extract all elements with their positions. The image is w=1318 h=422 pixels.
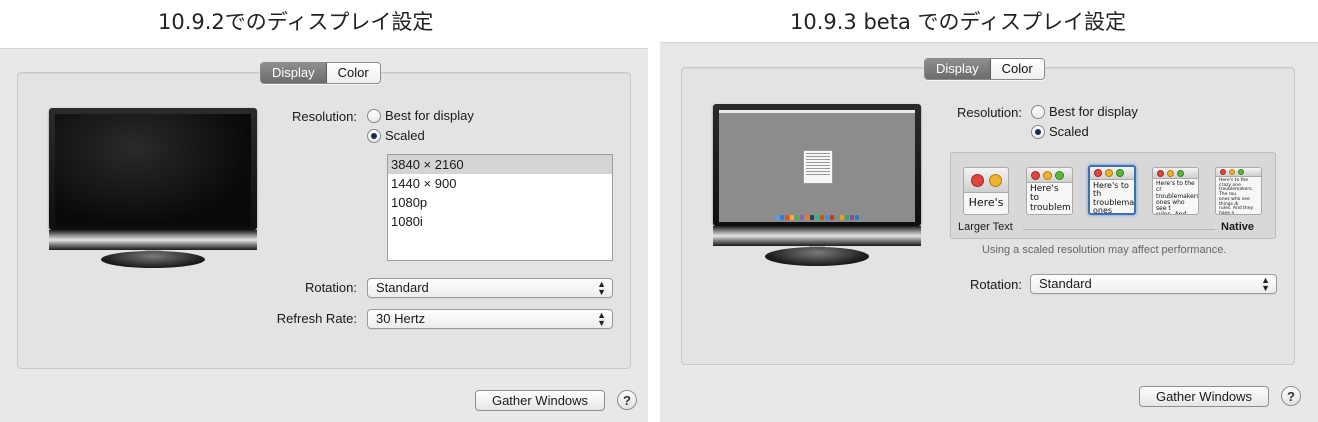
rotation-label: Rotation:: [304, 280, 357, 295]
right-tab-bar: Display Color: [924, 58, 1045, 80]
slider-track: [1023, 229, 1215, 230]
scaled-option-larger-text[interactable]: Here's: [963, 167, 1009, 215]
tab-color[interactable]: Color: [326, 63, 380, 83]
rotation-value: Standard: [1039, 276, 1092, 291]
option-preview-text: Here's to the cr troublemakers. ones who…: [1156, 180, 1199, 215]
rotation-value: Standard: [376, 280, 429, 295]
option-preview-text: Here's to th troublemak ones who s: [1093, 181, 1136, 215]
tab-color[interactable]: Color: [990, 59, 1044, 79]
updown-arrows-icon: ▲ ▼: [1261, 275, 1270, 293]
gather-windows-button[interactable]: Gather Windows: [1139, 386, 1269, 407]
monitor-image: [713, 104, 921, 266]
scaled-resolution-picker: Here's Here's to troublem Here's to th t…: [950, 152, 1276, 239]
resolution-list[interactable]: 3840 × 2160 1440 × 900 1080p 1080i: [387, 154, 613, 261]
left-heading: 10.9.2でのディスプレイ設定: [158, 10, 434, 34]
radio-button[interactable]: [1031, 104, 1045, 119]
radio-button-checked[interactable]: [1031, 124, 1045, 139]
help-button[interactable]: ?: [617, 390, 637, 410]
scaled-option[interactable]: Here's to troublem: [1026, 167, 1073, 215]
scaled-label: Scaled: [1049, 124, 1089, 139]
right-prefs-panel: Display Color Resolution: Best for displ…: [660, 42, 1318, 422]
scaled-performance-note: Using a scaled resolution may affect per…: [982, 244, 1227, 256]
option-preview-text: Here's to the crazy one troublemakers. T…: [1219, 178, 1254, 215]
dock-preview: [775, 214, 859, 220]
native-label: Native: [1221, 221, 1255, 233]
resolution-label: Resolution:: [291, 109, 357, 124]
help-button[interactable]: ?: [1281, 386, 1301, 406]
scaled-option[interactable]: Here's to the cr troublemakers. ones who…: [1152, 167, 1199, 215]
scaled-radio[interactable]: Scaled: [367, 128, 425, 143]
refresh-rate-value: 30 Hertz: [376, 311, 426, 326]
list-item[interactable]: 1080i: [388, 212, 612, 231]
scaled-label: Scaled: [385, 128, 425, 143]
document-window-preview: [803, 150, 833, 184]
updown-arrows-icon: ▲ ▼: [597, 279, 606, 297]
scaled-option-selected[interactable]: Here's to th troublemak ones who s: [1088, 165, 1136, 215]
resolution-label: Resolution:: [956, 105, 1022, 120]
list-item[interactable]: 1440 × 900: [388, 174, 612, 193]
radio-button-checked[interactable]: [367, 128, 381, 143]
updown-arrows-icon: ▲ ▼: [597, 310, 606, 328]
gather-windows-button[interactable]: Gather Windows: [475, 390, 605, 411]
tab-display[interactable]: Display: [925, 59, 991, 79]
option-preview-text: Here's: [968, 196, 1004, 209]
rotation-popup[interactable]: Standard ▲ ▼: [1030, 274, 1277, 294]
refresh-rate-label: Refresh Rate:: [276, 311, 357, 326]
list-item[interactable]: 1080p: [388, 193, 612, 212]
radio-button[interactable]: [367, 108, 381, 123]
tab-display[interactable]: Display: [261, 63, 327, 83]
best-for-display-radio[interactable]: Best for display: [1031, 104, 1138, 119]
left-prefs-panel: Display Color Resolution: Best for displ…: [0, 48, 648, 422]
monitor-image: [49, 108, 257, 268]
best-for-display-label: Best for display: [385, 108, 474, 123]
right-heading: 10.9.3 beta でのディスプレイ設定: [790, 10, 1127, 34]
best-for-display-label: Best for display: [1049, 104, 1138, 119]
scaled-option-native[interactable]: Here's to the crazy one troublemakers. T…: [1215, 167, 1262, 215]
refresh-rate-popup[interactable]: 30 Hertz ▲ ▼: [367, 309, 613, 329]
rotation-label: Rotation:: [969, 277, 1022, 292]
scaled-radio[interactable]: Scaled: [1031, 124, 1089, 139]
larger-text-label: Larger Text: [958, 221, 1013, 233]
option-preview-text: Here's to troublem: [1030, 184, 1071, 213]
left-tab-bar: Display Color: [260, 62, 381, 84]
rotation-popup[interactable]: Standard ▲ ▼: [367, 278, 613, 298]
best-for-display-radio[interactable]: Best for display: [367, 108, 474, 123]
list-item[interactable]: 3840 × 2160: [388, 155, 612, 174]
